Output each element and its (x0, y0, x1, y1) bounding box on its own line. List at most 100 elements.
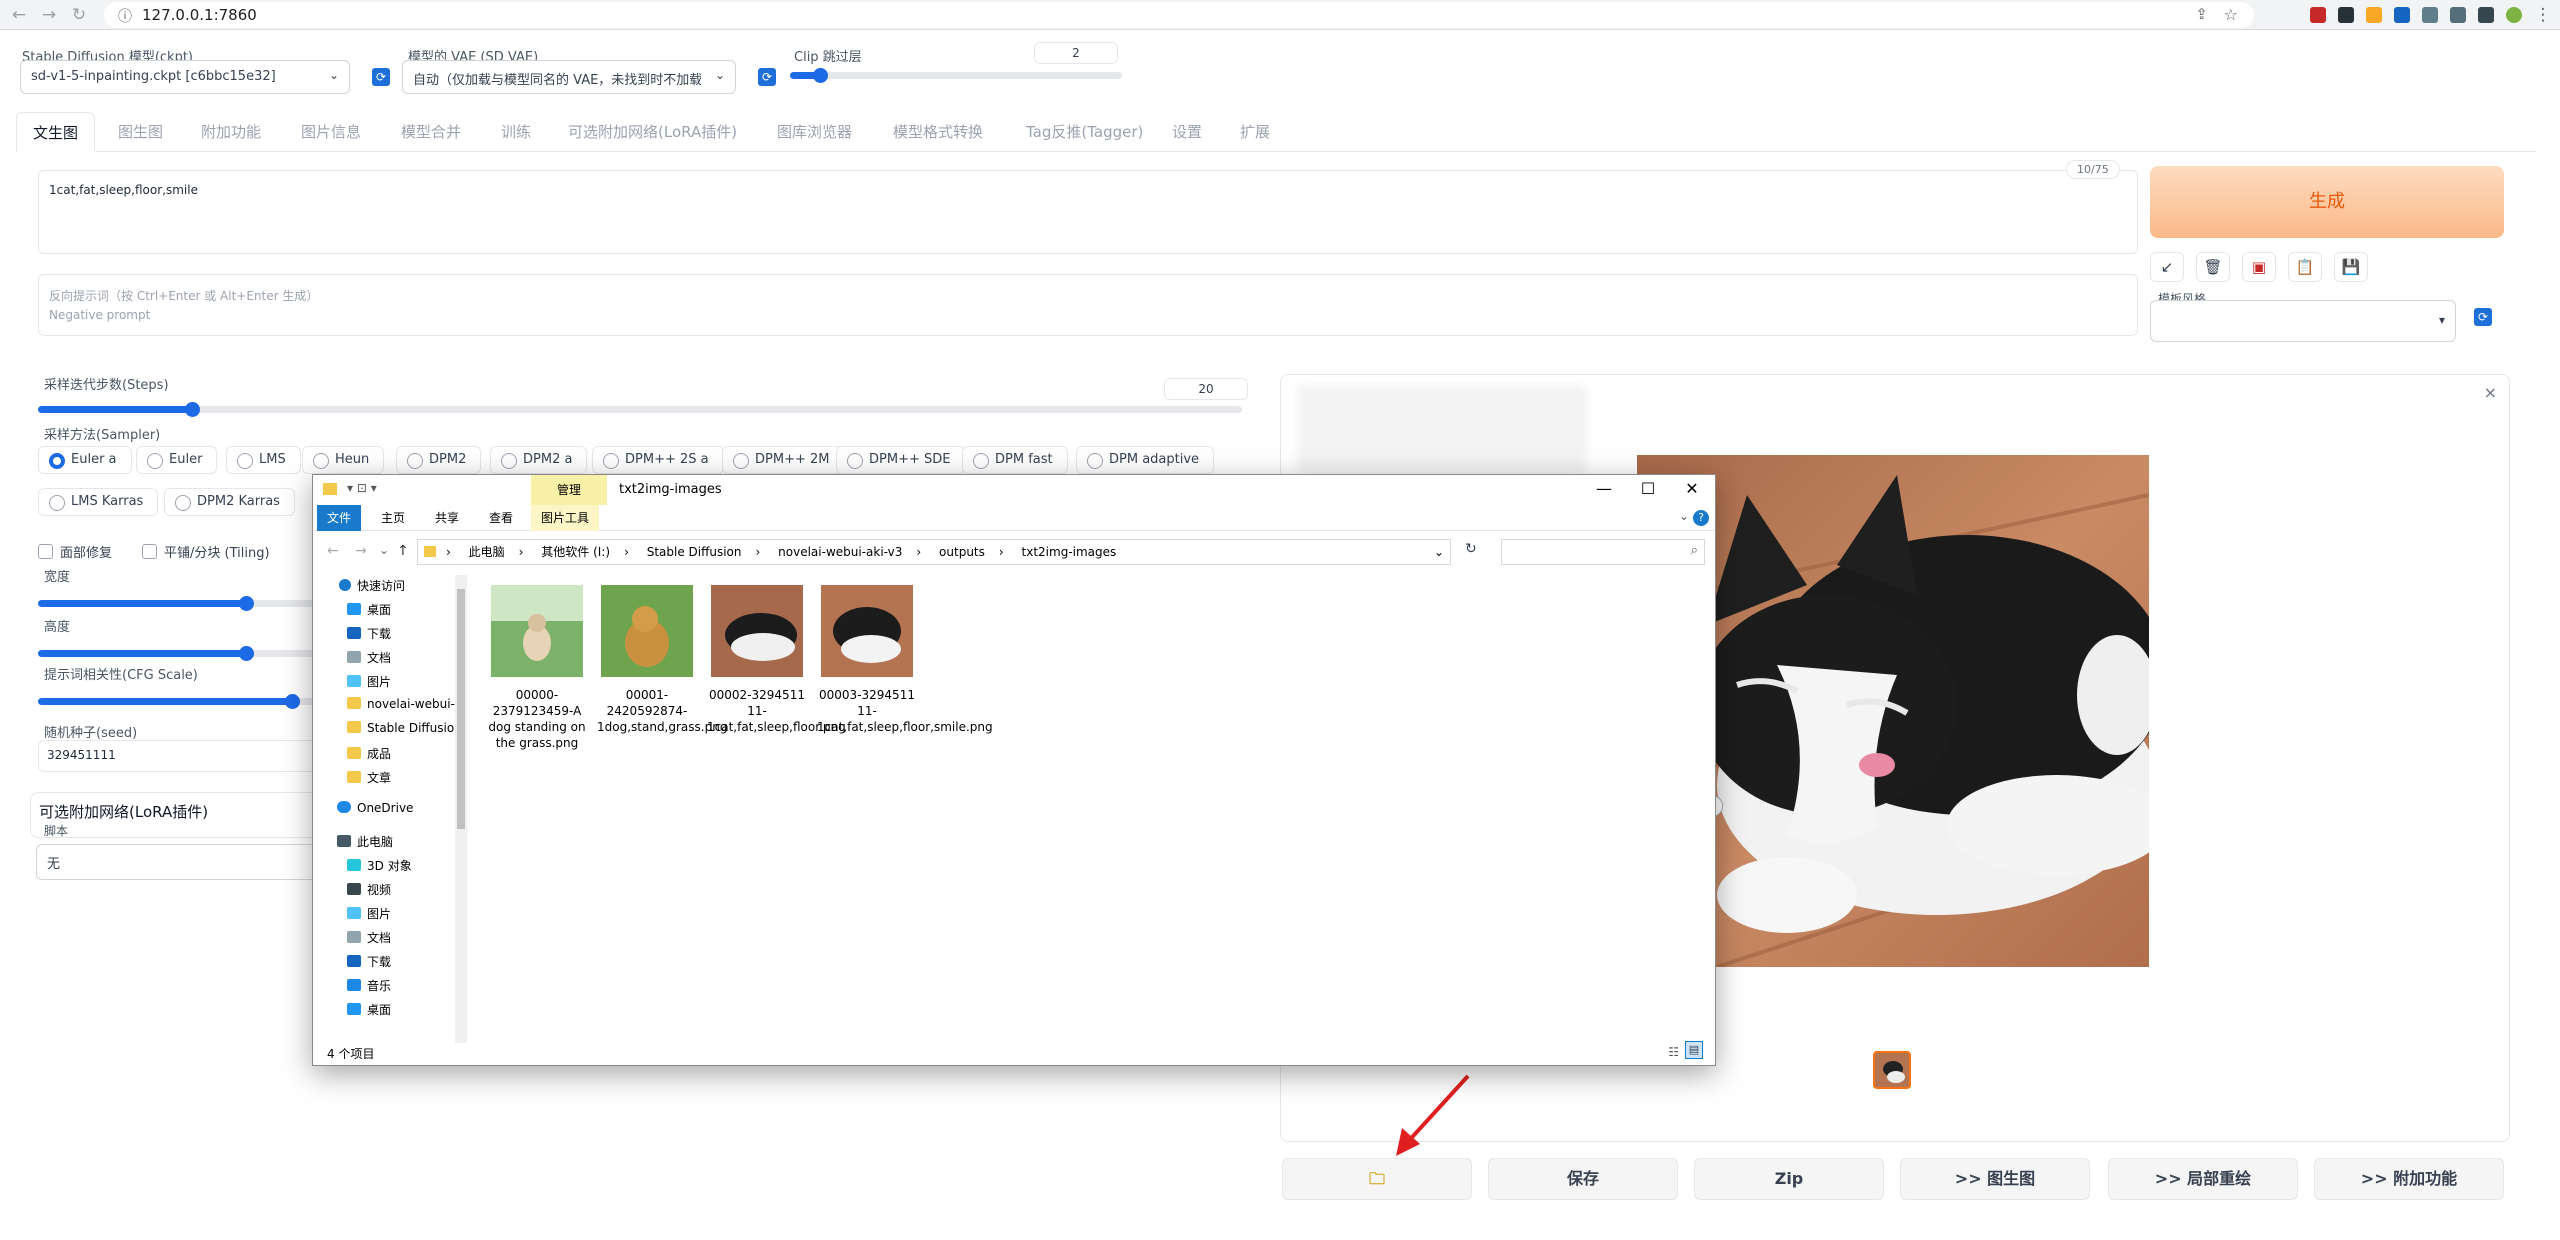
tab-settings[interactable]: 设置 (1172, 112, 1202, 152)
sampler-lms-karras[interactable]: LMS Karras (38, 488, 159, 516)
tree-item[interactable]: 文档 (347, 929, 391, 946)
tab-train[interactable]: 训练 (501, 112, 531, 152)
tab-image-browser[interactable]: 图库浏览器 (777, 112, 852, 152)
navigation-scrollbar[interactable] (455, 575, 467, 1043)
extension-icon[interactable] (2394, 7, 2410, 23)
tree-item[interactable]: 下载 (347, 953, 391, 970)
path-segment[interactable]: 其他软件 (I:) (541, 545, 610, 559)
bookmark-star-icon[interactable]: ☆ (2224, 5, 2238, 24)
tab-extensions[interactable]: 扩展 (1240, 112, 1270, 152)
tree-item[interactable]: 图片 (347, 905, 391, 922)
share-icon[interactable]: ⇪ (2195, 5, 2208, 23)
back-icon[interactable]: ← (327, 543, 339, 559)
extension-icon[interactable] (2366, 7, 2382, 23)
open-folder-button[interactable]: 🗀 (1282, 1158, 1472, 1200)
tree-item[interactable]: 视频 (347, 881, 391, 898)
tab-checkpoint-merger[interactable]: 模型合并 (401, 112, 461, 152)
ribbon-tab-view[interactable]: 查看 (479, 505, 523, 531)
menu-icon[interactable]: ⋮ (2532, 4, 2554, 26)
path-segment[interactable]: novelai-webui-aki-v3 (778, 545, 902, 559)
style-select[interactable]: ▾ (2150, 300, 2456, 342)
clip-slider[interactable] (790, 68, 1122, 83)
tree-item[interactable]: 3D 对象 (347, 857, 412, 874)
maximize-icon[interactable]: ☐ (1633, 479, 1663, 498)
sampler-heun[interactable]: Heun (302, 446, 385, 474)
ribbon-tab-home[interactable]: 主页 (371, 505, 415, 531)
tab-lora[interactable]: 可选附加网络(LoRA插件) (568, 112, 737, 152)
avatar[interactable] (2506, 7, 2522, 23)
reading-list-icon[interactable] (2450, 7, 2466, 23)
cfg-slider[interactable] (38, 694, 318, 709)
tab-img2img[interactable]: 图生图 (118, 112, 163, 152)
tree-quick-access[interactable]: 快速访问 (339, 577, 405, 594)
steps-number-input[interactable]: 20 (1164, 378, 1248, 400)
tree-this-pc[interactable]: 此电脑 (337, 833, 393, 850)
path-segment[interactable]: outputs (939, 545, 985, 559)
face-restore-checkbox[interactable]: 面部修复 (38, 542, 112, 561)
tree-item[interactable]: 桌面 (347, 1001, 391, 1018)
side-panel-icon[interactable] (2478, 7, 2494, 23)
tree-item[interactable]: 下载 (347, 625, 391, 642)
chevron-down-icon[interactable]: ⌄ (1679, 509, 1689, 523)
ribbon-tab-file[interactable]: 文件 (317, 505, 362, 531)
gallery-thumbnail[interactable] (1873, 1051, 1911, 1089)
manage-tab[interactable]: 管理 (531, 475, 607, 505)
explorer-search-input[interactable]: ⌕ (1501, 539, 1705, 565)
close-icon[interactable]: × (2484, 383, 2497, 402)
ribbon-tab-picture-tools[interactable]: 图片工具 (531, 505, 600, 531)
sampler-dpm2[interactable]: DPM2 (396, 446, 482, 474)
refresh-model-icon[interactable]: ⟳ (372, 68, 390, 86)
path-segment[interactable]: Stable Diffusion (647, 545, 742, 559)
tiling-checkbox[interactable]: 平铺/分块 (Tiling) (142, 542, 270, 561)
extra-networks-button[interactable]: ▣ (2242, 252, 2276, 282)
save-style-icon[interactable]: 💾 (2334, 252, 2368, 282)
quick-access-toolbar-icon[interactable]: ▾ ⊡ ▾ (347, 481, 377, 495)
width-slider-thumb[interactable] (239, 596, 254, 611)
chevron-down-icon[interactable]: ⌄ (1434, 540, 1444, 564)
refresh-icon[interactable]: ↻ (1465, 541, 1477, 557)
tree-item[interactable]: 音乐 (347, 977, 391, 994)
lora-accordion[interactable]: 可选附加网络(LoRA插件) (30, 792, 320, 838)
send-to-img2img-button[interactable]: >> 图生图 (1900, 1158, 2090, 1200)
recent-locations-icon[interactable]: ⌄ (379, 543, 389, 557)
tab-model-converter[interactable]: 模型格式转换 (893, 112, 983, 152)
steps-slider-thumb[interactable] (185, 402, 200, 417)
address-bar[interactable]: ⓘ 127.0.0.1:7860 ⇪ ☆ (104, 2, 2254, 28)
path-segment[interactable]: txt2img-images (1022, 545, 1117, 559)
refresh-vae-icon[interactable]: ⟳ (758, 68, 776, 86)
sampler-dpm2-a[interactable]: DPM2 a (490, 446, 588, 474)
tab-extras[interactable]: 附加功能 (201, 112, 261, 152)
forward-icon[interactable]: → (355, 543, 367, 559)
send-to-extras-button[interactable]: >> 附加功能 (2314, 1158, 2504, 1200)
file-item[interactable]: 00000-2379123459-A dog standing on the g… (487, 585, 587, 751)
puzzle-icon[interactable] (2422, 7, 2438, 23)
sampler-dpmpp-sde[interactable]: DPM++ SDE (836, 446, 966, 474)
tab-tagger[interactable]: Tag反推(Tagger) (1026, 112, 1143, 152)
prompt-input[interactable]: 1cat,fat,sleep,floor,smile (38, 170, 2138, 254)
save-button[interactable]: 保存 (1488, 1158, 1678, 1200)
file-item[interactable]: 00001-2420592874-1dog,stand,grass.png (597, 585, 727, 735)
info-icon[interactable]: ⓘ (118, 6, 132, 26)
vae-select[interactable]: 自动（仅加载与模型同名的 VAE，未找到时不加载） ⌄ (402, 60, 736, 94)
tab-png-info[interactable]: 图片信息 (301, 112, 361, 152)
sampler-dpmpp-2s-a[interactable]: DPM++ 2S a (592, 446, 724, 474)
close-icon[interactable]: ✕ (1677, 479, 1707, 498)
tree-item[interactable]: 图片 (347, 673, 391, 690)
large-icons-view-icon[interactable]: ▤ (1685, 1041, 1703, 1059)
explorer-address-bar[interactable]: › 此电脑 › 其他软件 (I:) › Stable Diffusion › nove… (417, 539, 1451, 565)
clipboard-icon[interactable]: 📋 (2288, 252, 2322, 282)
sampler-dpm-adaptive[interactable]: DPM adaptive (1076, 446, 1215, 474)
clip-number-input[interactable]: 2 (1034, 42, 1118, 64)
generate-button[interactable]: 生成 (2150, 166, 2504, 238)
tree-item[interactable]: Stable Diffusion (347, 721, 462, 735)
zip-button[interactable]: Zip (1694, 1158, 1884, 1200)
extension-icon[interactable] (2310, 7, 2326, 23)
file-item[interactable]: 00002-3294511 11-1cat,fat,sleep,floor.pn… (707, 585, 846, 735)
refresh-style-icon[interactable]: ⟳ (2474, 308, 2492, 326)
script-select[interactable]: 无 (36, 844, 320, 880)
clip-slider-thumb[interactable] (813, 68, 828, 83)
seed-input[interactable]: 329451111 (38, 740, 318, 772)
send-to-inpaint-button[interactable]: >> 局部重绘 (2108, 1158, 2298, 1200)
steps-slider[interactable] (38, 402, 1242, 417)
up-icon[interactable]: ↑ (397, 543, 409, 559)
